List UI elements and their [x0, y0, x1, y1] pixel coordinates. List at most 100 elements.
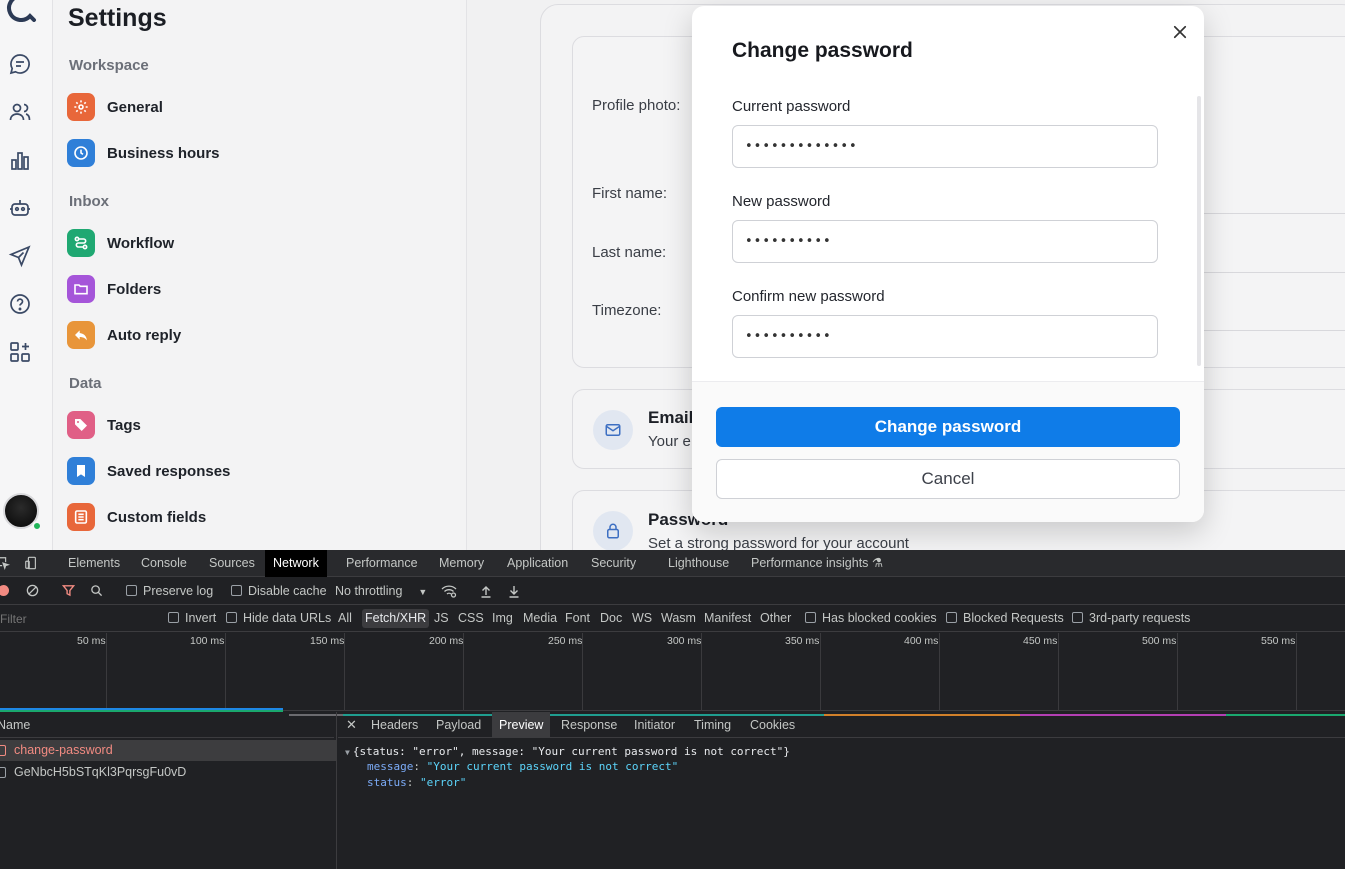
blocked-requests-checkbox[interactable]: Blocked Requests — [946, 605, 1064, 632]
change-password-button[interactable]: Change password — [716, 407, 1180, 447]
first-name-field[interactable] — [1187, 213, 1345, 214]
nav-item-label: Auto reply — [107, 326, 182, 344]
nav-item-label: Business hours — [107, 144, 220, 162]
filter-type-fetch-xhr[interactable]: Fetch/XHR — [362, 609, 430, 628]
preserve-log-label: Preserve log — [143, 584, 214, 598]
filter-type-doc[interactable]: Doc — [600, 609, 622, 628]
new-password-field[interactable] — [732, 220, 1158, 263]
throttling-select[interactable]: No throttling ▼ — [335, 578, 427, 605]
third-party-checkbox[interactable]: 3rd-party requests — [1072, 605, 1190, 632]
tab-initiator[interactable]: Initiator — [634, 712, 675, 738]
request-row[interactable]: change-password — [0, 740, 337, 761]
tab-performance-insights[interactable]: Performance insights ⚗ — [751, 550, 883, 577]
tab-lighthouse[interactable]: Lighthouse — [668, 550, 729, 577]
contacts-icon[interactable] — [8, 100, 32, 124]
tab-sources[interactable]: Sources — [209, 550, 255, 577]
timezone-field[interactable] — [1187, 330, 1345, 331]
filter-type-media[interactable]: Media — [523, 609, 557, 628]
network-toolbar: Preserve log Disable cache No throttling… — [0, 578, 1345, 605]
timeline-gridline — [106, 633, 107, 711]
filter-type-css[interactable]: CSS — [458, 609, 484, 628]
has-blocked-cookies-checkbox[interactable]: Has blocked cookies — [805, 605, 937, 632]
apps-icon[interactable] — [8, 340, 32, 364]
app-logo-icon[interactable] — [5, 0, 37, 22]
last-name-field[interactable] — [1187, 272, 1345, 273]
request-status-icon — [0, 745, 6, 756]
export-har-icon[interactable] — [508, 578, 520, 605]
nav-item-label: Folders — [107, 280, 162, 298]
nav-item-business-hours[interactable]: Business hours — [67, 138, 367, 168]
filter-type-manifest[interactable]: Manifest — [704, 609, 751, 628]
close-icon[interactable] — [1168, 20, 1192, 44]
nav-item-auto-reply[interactable]: Auto reply — [67, 320, 367, 350]
network-conditions-icon[interactable] — [441, 578, 457, 605]
network-timeline[interactable]: 50 ms 100 ms 150 ms 200 ms 250 ms 300 ms… — [0, 633, 1345, 716]
filter-type-ws[interactable]: WS — [632, 609, 652, 628]
device-toolbar-icon[interactable] — [24, 550, 38, 577]
json-summary-line[interactable]: ▼ {status: "error", message: "Your curren… — [345, 745, 790, 758]
disable-cache-checkbox[interactable]: Disable cache — [231, 578, 327, 605]
tab-headers[interactable]: Headers — [371, 712, 418, 738]
invert-label: Invert — [185, 611, 217, 625]
tab-preview[interactable]: Preview — [492, 712, 551, 738]
close-icon[interactable]: ✕ — [346, 712, 357, 738]
record-icon[interactable] — [0, 578, 9, 605]
nav-section-workspace: Workspace — [69, 57, 149, 74]
tab-elements[interactable]: Elements — [68, 550, 120, 577]
nav-item-general[interactable]: General — [67, 92, 367, 122]
nav-item-custom-fields[interactable]: Custom fields — [67, 502, 367, 532]
tab-timing[interactable]: Timing — [694, 712, 731, 738]
filter-type-font[interactable]: Font — [565, 609, 590, 628]
filter-type-js[interactable]: JS — [434, 609, 449, 628]
cancel-button[interactable]: Cancel — [716, 459, 1180, 499]
mail-icon — [593, 410, 633, 450]
help-icon[interactable] — [8, 292, 32, 316]
preserve-log-checkbox[interactable]: Preserve log — [126, 578, 213, 605]
clear-icon[interactable] — [26, 578, 39, 605]
json-value: "Your current password is not correct" — [426, 760, 679, 773]
filter-icon[interactable] — [61, 578, 76, 605]
filter-type-wasm[interactable]: Wasm — [661, 609, 696, 628]
tab-response[interactable]: Response — [561, 712, 617, 738]
inspect-element-icon[interactable] — [0, 550, 11, 577]
nav-item-saved-responses[interactable]: Saved responses — [67, 456, 367, 486]
current-password-field[interactable] — [732, 125, 1158, 168]
reply-icon — [67, 321, 95, 349]
nav-item-workflow[interactable]: Workflow — [67, 228, 367, 258]
timeline-gridline — [820, 633, 821, 711]
tab-security[interactable]: Security — [591, 550, 636, 577]
filter-type-other[interactable]: Other — [760, 609, 791, 628]
timeline-gridline — [225, 633, 226, 711]
hide-data-urls-checkbox[interactable]: Hide data URLs — [226, 605, 331, 632]
filter-input[interactable] — [0, 609, 155, 628]
filter-type-img[interactable]: Img — [492, 609, 513, 628]
import-har-icon[interactable] — [480, 578, 492, 605]
tab-performance[interactable]: Performance — [346, 550, 418, 577]
tab-payload[interactable]: Payload — [436, 712, 481, 738]
nav-item-label: Tags — [107, 416, 141, 434]
nav-item-label: General — [107, 98, 163, 116]
timeline-tick-label: 50 ms — [77, 635, 106, 647]
timeline-tick-label: 400 ms — [904, 635, 939, 647]
nav-item-tags[interactable]: Tags — [67, 410, 367, 440]
reports-icon[interactable] — [8, 148, 32, 172]
tab-console[interactable]: Console — [141, 550, 187, 577]
bot-icon[interactable] — [8, 196, 32, 220]
email-card-title: Email — [648, 408, 694, 427]
tab-application[interactable]: Application — [507, 550, 568, 577]
nav-item-folders[interactable]: Folders — [67, 274, 367, 304]
name-column-header[interactable]: Name — [0, 712, 334, 738]
modal-scrollbar[interactable] — [1197, 96, 1201, 366]
request-row[interactable]: GeNbcH5bSTqKl3PqrsgFu0vD — [0, 762, 337, 783]
tab-memory[interactable]: Memory — [439, 550, 484, 577]
filter-type-all[interactable]: All — [338, 609, 352, 628]
invert-checkbox[interactable]: Invert — [168, 605, 216, 632]
confirm-password-field[interactable] — [732, 315, 1158, 358]
search-icon[interactable] — [90, 578, 103, 605]
conversations-icon[interactable] — [8, 52, 32, 76]
timeline-tick-label: 250 ms — [548, 635, 583, 647]
tab-cookies[interactable]: Cookies — [750, 712, 795, 738]
blocked-requests-label: Blocked Requests — [963, 611, 1064, 625]
send-icon[interactable] — [8, 244, 32, 268]
tab-network[interactable]: Network — [265, 550, 327, 577]
